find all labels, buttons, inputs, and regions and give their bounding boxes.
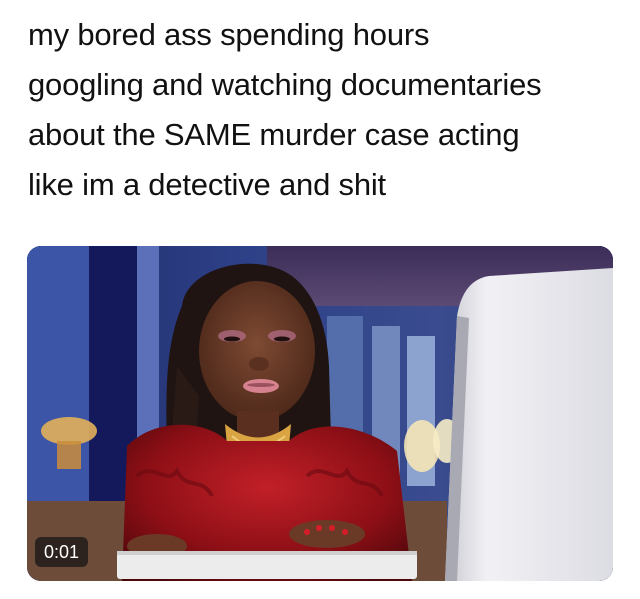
meme-caption: my bored ass spending hours googling and… [28, 10, 628, 210]
video-player[interactable]: 0:01 [27, 246, 613, 581]
video-timestamp: 0:01 [35, 537, 89, 567]
caption-line-2: googling and watching documentaries [28, 67, 542, 102]
caption-line-3: about the SAME murder case acting [28, 117, 520, 152]
caption-line-4: like im a detective and shit [28, 167, 386, 202]
meme-post: my bored ass spending hours googling and… [0, 0, 640, 599]
caption-line-1: my bored ass spending hours [28, 17, 430, 52]
video-play-area[interactable] [27, 246, 613, 581]
